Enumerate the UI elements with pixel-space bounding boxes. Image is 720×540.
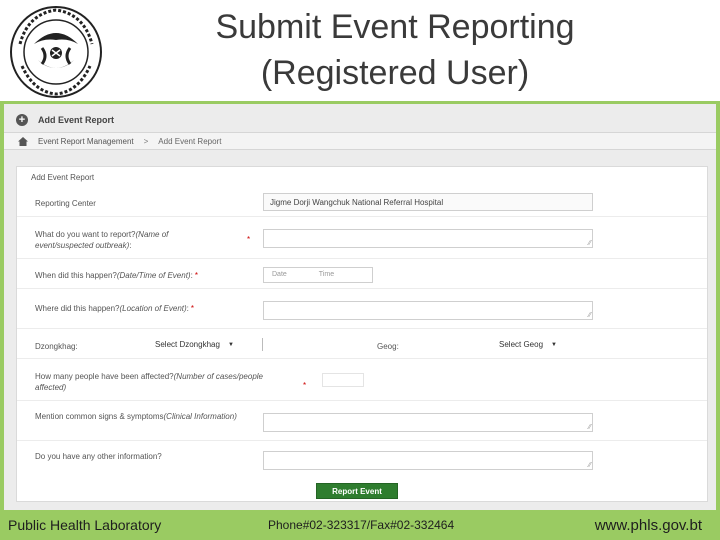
footer-contact: Phone#02-323317/Fax#02-332464 bbox=[268, 518, 455, 532]
other-info-textarea[interactable]: ⁄⁄ bbox=[263, 451, 593, 470]
other-info-label: Do you have any other information? bbox=[35, 452, 162, 461]
affected-label-text: How many people have been affected? bbox=[35, 372, 174, 381]
event-report-form: Add Event Report Reporting Center Jigme … bbox=[16, 166, 708, 502]
resize-handle-icon[interactable]: ⁄⁄ bbox=[589, 240, 591, 247]
page-heading: + Add Event Report bbox=[16, 112, 114, 128]
what-label: What do you want to report?(Name of even… bbox=[35, 229, 225, 251]
signs-label-hint: (Clinical Information) bbox=[163, 412, 237, 421]
signs-label: Mention common signs & symptoms(Clinical… bbox=[35, 411, 245, 422]
when-label-suffix: : bbox=[190, 271, 193, 280]
where-textarea[interactable]: ⁄⁄ bbox=[263, 301, 593, 320]
dzongkhag-select-value: Select Dzongkhag bbox=[155, 340, 220, 349]
dzongkhag-select[interactable]: Select Dzongkhag ▼ bbox=[151, 338, 263, 351]
footer-org: Public Health Laboratory bbox=[8, 517, 162, 533]
affected-label: How many people have been affected?(Numb… bbox=[35, 371, 265, 393]
page-heading-label: Add Event Report bbox=[38, 115, 115, 125]
where-label-suffix: : bbox=[186, 304, 189, 313]
signs-label-text: Mention common signs & symptoms bbox=[35, 412, 164, 421]
home-icon[interactable] bbox=[18, 136, 28, 146]
reporting-center-field: Jigme Dorji Wangchuk National Referral H… bbox=[263, 193, 593, 211]
where-label-hint: (Location of Event) bbox=[119, 304, 187, 313]
datetime-field[interactable]: Date Time bbox=[263, 267, 373, 283]
resize-handle-icon[interactable]: ⁄⁄ bbox=[589, 424, 591, 431]
breadcrumb-current: Add Event Report bbox=[158, 136, 222, 146]
affected-count-input[interactable] bbox=[322, 373, 364, 387]
what-required-mark: * bbox=[247, 235, 251, 244]
emblem-logo bbox=[10, 6, 102, 98]
breadcrumb-parent[interactable]: Event Report Management bbox=[38, 137, 134, 146]
breadcrumb-separator: > bbox=[143, 136, 149, 146]
gewog-label: Geog: bbox=[377, 342, 399, 351]
time-input[interactable]: Time bbox=[319, 271, 334, 279]
what-row: What do you want to report?(Name of even… bbox=[17, 217, 707, 259]
gewog-select-value: Select Geog bbox=[499, 340, 544, 349]
what-textarea[interactable]: ⁄⁄ bbox=[263, 229, 593, 248]
signs-row: Mention common signs & symptoms(Clinical… bbox=[17, 401, 707, 441]
what-label-text: What do you want to report? bbox=[35, 230, 136, 239]
where-row: Where did this happen?(Location of Event… bbox=[17, 289, 707, 329]
when-label-text: When did this happen? bbox=[35, 271, 117, 280]
resize-handle-icon[interactable]: ⁄⁄ bbox=[589, 462, 591, 469]
form-title: Add Event Report bbox=[31, 173, 95, 182]
plus-circle-icon: + bbox=[16, 114, 28, 126]
when-row: When did this happen?(Date/Time of Event… bbox=[17, 259, 707, 289]
app-screenshot: + Add Event Report Event Report Manageme… bbox=[0, 104, 720, 510]
slide-footer: Public Health Laboratory Phone#02-323317… bbox=[0, 510, 720, 540]
what-label-suffix: : bbox=[129, 241, 132, 250]
reporting-center-label: Reporting Center bbox=[35, 199, 96, 208]
breadcrumb: Event Report Management > Add Event Repo… bbox=[4, 132, 716, 150]
slide-title: Submit Event Reporting (Registered User) bbox=[215, 8, 575, 92]
slide-header: Submit Event Reporting (Registered User) bbox=[0, 0, 720, 104]
location-select-row: Dzongkhag: Select Dzongkhag ▼ Geog: Sele… bbox=[17, 329, 707, 359]
resize-handle-icon[interactable]: ⁄⁄ bbox=[589, 312, 591, 319]
affected-required-mark: * bbox=[303, 381, 307, 390]
date-input[interactable]: Date bbox=[272, 271, 287, 279]
when-label-hint: (Date/Time of Event) bbox=[116, 271, 191, 280]
reporting-center-row: Reporting Center Jigme Dorji Wangchuk Na… bbox=[17, 187, 707, 217]
where-required-mark: * bbox=[190, 304, 195, 313]
footer-website: www.phls.gov.bt bbox=[594, 516, 702, 534]
gewog-select[interactable]: Select Geog ▼ bbox=[495, 338, 595, 351]
when-label: When did this happen?(Date/Time of Event… bbox=[35, 270, 198, 281]
caret-down-icon: ▼ bbox=[551, 341, 557, 348]
dzongkhag-label: Dzongkhag: bbox=[35, 342, 78, 351]
report-event-button[interactable]: Report Event bbox=[316, 483, 398, 499]
where-label: Where did this happen?(Location of Event… bbox=[35, 303, 194, 314]
where-label-text: Where did this happen? bbox=[35, 304, 120, 313]
caret-down-icon: ▼ bbox=[227, 341, 234, 348]
signs-textarea[interactable]: ⁄⁄ bbox=[263, 413, 593, 432]
other-info-row: Do you have any other information? ⁄⁄ bbox=[17, 441, 707, 479]
affected-row: How many people have been affected?(Numb… bbox=[17, 359, 707, 401]
when-required-mark: * bbox=[194, 271, 198, 280]
